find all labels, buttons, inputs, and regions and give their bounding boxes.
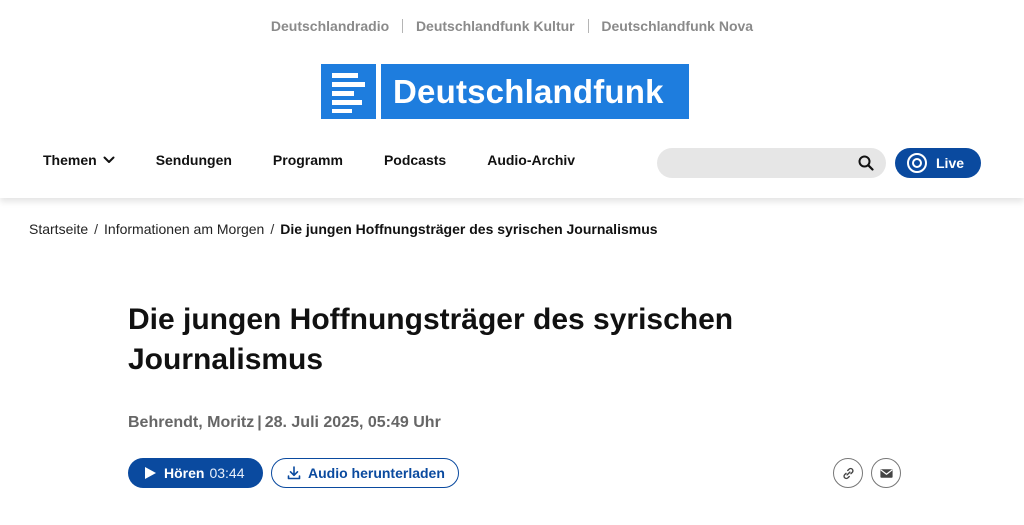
meta-separator: | — [257, 414, 262, 431]
breadcrumb: Startseite / Informationen am Morgen / Die j… — [29, 221, 658, 237]
network-separator — [587, 19, 589, 33]
play-audio-button[interactable]: Hören 03:44 — [128, 458, 263, 488]
chevron-down-icon — [103, 156, 115, 163]
share-mail-button[interactable] — [871, 458, 901, 488]
site-logo[interactable]: Deutschlandfunk — [321, 64, 689, 119]
search-icon[interactable] — [858, 155, 874, 171]
network-link-deutschlandradio[interactable]: Deutschlandradio — [271, 18, 389, 34]
article-author: Behrendt, Moritz — [128, 414, 255, 431]
menu-item-themen[interactable]: Themen — [43, 152, 115, 168]
menu-item-sendungen[interactable]: Sendungen — [156, 152, 232, 168]
download-label: Audio herunterladen — [308, 465, 445, 481]
breadcrumb-separator: / — [270, 221, 275, 237]
main-menu: Themen Sendungen Programm Podcasts Audio… — [43, 152, 616, 168]
menu-item-programm[interactable]: Programm — [273, 152, 343, 168]
copy-link-button[interactable] — [833, 458, 863, 488]
play-label: Hören — [164, 465, 205, 481]
play-icon — [145, 467, 156, 479]
download-icon — [287, 466, 301, 480]
breadcrumb-separator: / — [94, 221, 99, 237]
download-audio-button[interactable]: Audio herunterladen — [271, 458, 459, 488]
article-title: Die jungen Hoffnungsträger des syrischen… — [128, 303, 734, 376]
breadcrumb-section[interactable]: Informationen am Morgen — [104, 221, 264, 237]
article-meta: Behrendt, Moritz | 28. Juli 2025, 05:49 Uh… — [128, 414, 441, 432]
live-radio-icon — [907, 153, 927, 173]
link-icon — [842, 467, 854, 479]
logo-wordmark: Deutschlandfunk — [381, 64, 689, 119]
menu-item-podcasts[interactable]: Podcasts — [384, 152, 446, 168]
article-date: 28. Juli 2025, 05:49 Uhr — [264, 414, 441, 431]
live-button[interactable]: Live — [895, 148, 981, 178]
search-box — [657, 148, 886, 180]
live-label: Live — [936, 155, 965, 171]
search-input[interactable] — [671, 148, 855, 180]
network-separator — [402, 19, 404, 33]
network-link-nova[interactable]: Deutschlandfunk Nova — [601, 18, 753, 34]
audio-duration: 03:44 — [209, 465, 245, 481]
site-header: Deutschlandradio Deutschlandfunk Kultur … — [0, 0, 1024, 198]
network-links: Deutschlandradio Deutschlandfunk Kultur … — [0, 18, 1024, 34]
menu-item-label: Themen — [43, 152, 97, 168]
mail-icon — [879, 468, 893, 478]
logo-mark-icon — [321, 64, 376, 119]
breadcrumb-home[interactable]: Startseite — [29, 221, 88, 237]
network-link-kultur[interactable]: Deutschlandfunk Kultur — [416, 18, 575, 34]
breadcrumb-current: Die jungen Hoffnungsträger des syrischen… — [280, 221, 658, 237]
menu-item-audio-archiv[interactable]: Audio-Archiv — [487, 152, 575, 168]
